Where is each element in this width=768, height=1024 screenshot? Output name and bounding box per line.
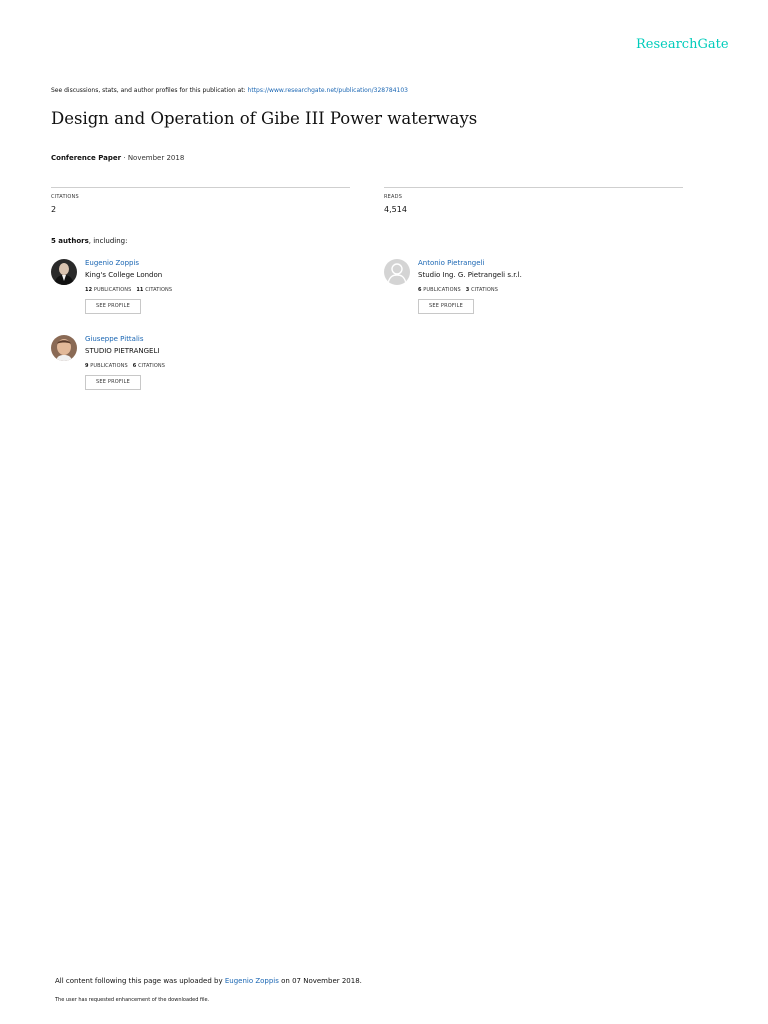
upload-info: All content following this page was uplo…: [55, 977, 655, 985]
publications-count: 6: [418, 287, 422, 293]
publications-count: 12: [85, 287, 93, 293]
discussion-line: See discussions, stats, and author profi…: [51, 87, 711, 94]
author-stats: 6 PUBLICATIONS 3 CITATIONS: [418, 287, 498, 293]
author-stats: 12 PUBLICATIONS 11 CITATIONS: [85, 287, 172, 293]
researchgate-logo[interactable]: ResearchGate: [636, 37, 746, 52]
publications-label: PUBLICATIONS: [93, 287, 132, 293]
author-stats: 9 PUBLICATIONS 6 CITATIONS: [85, 363, 165, 369]
authors-count: 5 authors, including:: [51, 237, 251, 245]
author-institution: STUDIO PIETRANGELI: [85, 347, 160, 355]
author-card: Eugenio Zoppis King's College London 12 …: [51, 259, 351, 329]
publication-date: November 2018: [127, 154, 185, 162]
citations-count: 6: [132, 363, 137, 369]
photo-avatar-light-icon[interactable]: [51, 335, 77, 361]
author-name-link[interactable]: Antonio Pietrangeli: [418, 259, 484, 267]
author-institution: Studio Ing. G. Pietrangeli s.r.l.: [418, 271, 522, 279]
meta-separator: ·: [121, 154, 128, 162]
publication-meta: Conference Paper · November 2018: [51, 154, 451, 162]
uploader-link[interactable]: Eugenio Zoppis: [225, 977, 279, 985]
photo-avatar-dark-icon[interactable]: [51, 259, 77, 285]
citations-label: CITATIONS: [138, 363, 166, 369]
author-card: Antonio Pietrangeli Studio Ing. G. Pietr…: [384, 259, 684, 329]
citations-label: CITATIONS: [145, 287, 173, 293]
reads-label: READS: [384, 194, 403, 200]
publication-type: Conference Paper: [51, 154, 122, 162]
publication-title: Design and Operation of Gibe III Power w…: [51, 109, 478, 128]
authors-suffix: , including:: [88, 237, 128, 245]
default-avatar-icon[interactable]: [384, 259, 410, 285]
author-institution: King's College London: [85, 271, 163, 279]
reads-value: 4,514: [384, 205, 407, 214]
author-name-link[interactable]: Eugenio Zoppis: [85, 259, 139, 267]
citations-label: CITATIONS: [51, 194, 79, 200]
author-name-link[interactable]: Giuseppe Pittalis: [85, 335, 144, 343]
publications-count: 9: [85, 363, 89, 369]
citations-count: 11: [136, 287, 144, 293]
citations-divider: [51, 187, 350, 188]
see-profile-button[interactable]: SEE PROFILE: [85, 375, 141, 390]
publication-link[interactable]: https://www.researchgate.net/publication…: [248, 87, 408, 94]
reads-divider: [384, 187, 683, 188]
author-card: Giuseppe Pittalis STUDIO PIETRANGELI 9 P…: [51, 335, 351, 405]
citations-count: 3: [465, 287, 470, 293]
publications-label: PUBLICATIONS: [90, 363, 128, 369]
see-profile-button[interactable]: SEE PROFILE: [418, 299, 474, 314]
authors-number: 5 authors: [51, 237, 89, 245]
discussion-text: See discussions, stats, and author profi…: [51, 87, 248, 94]
upload-suffix: on 07 November 2018.: [278, 977, 362, 985]
enhancement-note: The user has requested enhancement of th…: [55, 997, 210, 1003]
citations-value: 2: [51, 205, 57, 214]
publications-label: PUBLICATIONS: [423, 287, 461, 293]
upload-prefix: All content following this page was uplo…: [55, 977, 225, 985]
citations-label: CITATIONS: [471, 287, 499, 293]
see-profile-button[interactable]: SEE PROFILE: [85, 299, 141, 314]
